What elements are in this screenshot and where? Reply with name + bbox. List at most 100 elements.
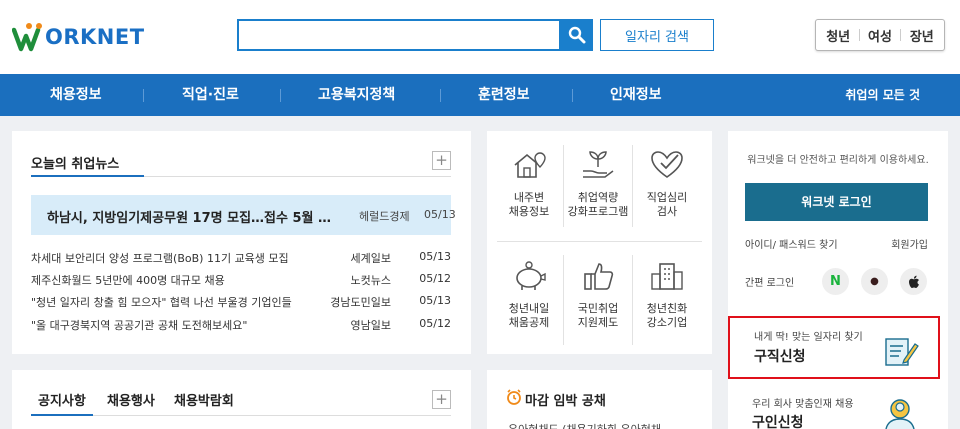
target-link-senior[interactable]: 장년	[910, 26, 934, 45]
divider	[900, 29, 902, 41]
main-nav: 채용정보 직업·진로 고용복지정책 훈련정보 인재정보 취업의 모든 것	[0, 74, 960, 116]
nav-divider	[143, 89, 144, 102]
nav-item-training[interactable]: 훈련정보	[478, 74, 530, 116]
person-search-icon	[885, 399, 915, 429]
services-panel: 내주변 채용정보 취업역량 강화프로그램 직업심리 검사 청년내일 채움공제 국…	[487, 131, 712, 354]
news-item[interactable]: 차세대 보안리더 양성 프로그램(BoB) 11기 교육생 모집 세계일보 05…	[31, 250, 451, 266]
find-id-password-link[interactable]: 아이디/ 패스워드 찾기	[745, 236, 838, 251]
service-label: 내주변	[513, 191, 545, 204]
deadline-title[interactable]: 마감 임박 공채	[525, 390, 606, 409]
target-link-youth[interactable]: 청년	[826, 26, 850, 45]
news-item[interactable]: 제주신화월드 5년만에 400명 대규모 채용 노컷뉴스 05/12	[31, 272, 451, 288]
kakao-login-icon[interactable]: ●	[861, 268, 888, 295]
headline-title: 하남시, 지방임기제공무원 17명 모집…접수 5월 …	[47, 211, 332, 226]
side-panel: 워크넷을 더 안전하고 편리하게 이용하세요. 워크넷 로그인 아이디/ 패스워…	[728, 131, 948, 429]
building-icon	[651, 263, 683, 290]
job-apply-title: 구직신청	[754, 349, 806, 365]
news-item[interactable]: "올 대구경북지역 공공기관 공채 도전해보세요" 영남일보 05/12	[31, 317, 451, 333]
news-item-title: "올 대구경북지역 공공기관 공채 도전해보세요"	[31, 319, 248, 332]
heart-check-icon	[651, 151, 683, 178]
tab-notice[interactable]: 공지사항	[38, 390, 86, 409]
apple-icon	[908, 275, 919, 288]
tab-job-fair[interactable]: 채용박람회	[174, 390, 234, 409]
join-link[interactable]: 회원가입	[891, 236, 928, 251]
service-label: 채용정보	[508, 205, 550, 218]
news-item-source: 영남일보	[350, 319, 391, 332]
news-headline[interactable]: 하남시, 지방임기제공무원 17명 모집…접수 5월 … 헤럴드경제 05/13	[31, 195, 456, 235]
login-button[interactable]: 워크넷 로그인	[745, 183, 928, 221]
nav-item-career[interactable]: 직업·진로	[182, 74, 239, 116]
search-icon	[568, 26, 586, 44]
news-item-source: 노컷뉴스	[350, 274, 391, 287]
divider	[858, 29, 860, 41]
job-apply-subtitle: 내게 딱! 맞는 일자리 찾기	[754, 332, 863, 343]
news-item-date: 05/12	[419, 272, 451, 285]
service-label: 직업심리	[646, 191, 688, 204]
news-item-source: 경남도민일보	[330, 296, 391, 309]
logo-text: ORKNET	[45, 25, 145, 49]
worknet-logo[interactable]: ORKNET	[12, 22, 145, 52]
house-map-icon	[514, 152, 546, 178]
service-employment-support[interactable]: 국민취업 지원제도	[564, 260, 632, 330]
divider	[497, 241, 702, 242]
service-psych-test[interactable]: 직업심리 검사	[633, 149, 701, 219]
news-item-date: 05/13	[419, 250, 451, 263]
news-item-date: 05/12	[419, 317, 451, 330]
divider	[31, 415, 451, 416]
header: ORKNET 일자리 검색 청년 여성 장년	[0, 0, 960, 74]
news-item-title: 차세대 보안리더 양성 프로그램(BoB) 11기 교육생 모집	[31, 252, 289, 265]
service-youth-friendly[interactable]: 청년친화 강소기업	[633, 260, 701, 330]
service-label: 강소기업	[646, 316, 688, 329]
naver-login-icon[interactable]: N	[822, 268, 849, 295]
news-item[interactable]: "청년 일자리 창출 힘 모으자" 협력 나선 부울경 기업인들 경남도민일보 …	[31, 294, 451, 310]
target-link-women[interactable]: 여성	[868, 26, 892, 45]
sprout-hand-icon	[583, 151, 614, 178]
nav-item-talent[interactable]: 인재정보	[610, 74, 662, 116]
news-more-button[interactable]: +	[432, 151, 451, 170]
service-capacity-program[interactable]: 취업역량 강화프로그램	[564, 149, 632, 219]
job-seeker-apply-button[interactable]: 내게 딱! 맞는 일자리 찾기 구직신청	[728, 316, 940, 379]
news-title[interactable]: 오늘의 취업뉴스	[31, 153, 119, 172]
service-label: 취업역량	[577, 191, 619, 204]
search-input[interactable]	[237, 19, 561, 51]
tab-events[interactable]: 채용행사	[107, 390, 155, 409]
service-nearby-jobs[interactable]: 내주변 채용정보	[495, 149, 563, 219]
nav-divider	[572, 89, 573, 102]
service-label: 지원제도	[577, 316, 619, 329]
service-label: 청년친화	[646, 302, 688, 315]
news-item-source: 세계일보	[350, 252, 391, 265]
service-label: 청년내일	[508, 302, 550, 315]
service-label: 강화프로그램	[567, 205, 629, 218]
service-label: 검사	[656, 205, 678, 218]
headline-date: 05/13	[424, 208, 456, 221]
notice-panel: 공지사항 채용행사 채용박람회 +	[12, 370, 471, 429]
nav-item-all[interactable]: 취업의 모든 것	[845, 74, 920, 116]
piggy-bank-icon	[516, 261, 546, 290]
logo-w-icon	[12, 23, 42, 52]
deadline-item[interactable]: 유아현채드 (채용기하회 유아현채	[508, 421, 661, 429]
active-tab-underline	[31, 414, 93, 416]
target-links: 청년 여성 장년	[815, 19, 945, 51]
nav-divider	[280, 89, 281, 102]
news-item-title: 제주신화월드 5년만에 400명 대규모 채용	[31, 274, 225, 287]
nav-divider	[440, 89, 441, 102]
alarm-clock-icon	[507, 389, 521, 405]
service-label: 국민취업	[577, 302, 619, 315]
search-button[interactable]	[561, 19, 593, 51]
news-panel: 오늘의 취업뉴스 + 하남시, 지방임기제공무원 17명 모집…접수 5월 … …	[12, 131, 471, 354]
active-tab-underline	[31, 175, 144, 177]
apple-login-icon[interactable]	[900, 268, 927, 295]
recruit-title[interactable]: 구인신청	[752, 412, 804, 429]
news-item-title: "청년 일자리 창출 힘 모으자" 협력 나선 부울경 기업인들	[31, 296, 292, 309]
headline-source: 헤럴드경제	[359, 210, 410, 223]
service-youth-savings[interactable]: 청년내일 채움공제	[495, 260, 563, 330]
recruit-subtitle: 우리 회사 맞춤인재 채용	[752, 399, 854, 410]
nav-item-jobs[interactable]: 채용정보	[50, 74, 102, 116]
nav-item-welfare[interactable]: 고용복지정책	[318, 74, 395, 116]
job-search-button[interactable]: 일자리 검색	[600, 19, 714, 51]
notice-more-button[interactable]: +	[432, 390, 451, 409]
easy-login-label: 간편 로그인	[745, 278, 795, 289]
deadline-panel: 마감 임박 공채 유아현채드 (채용기하회 유아현채	[487, 370, 712, 429]
news-item-date: 05/13	[419, 294, 451, 307]
thumbs-up-icon	[584, 263, 614, 290]
